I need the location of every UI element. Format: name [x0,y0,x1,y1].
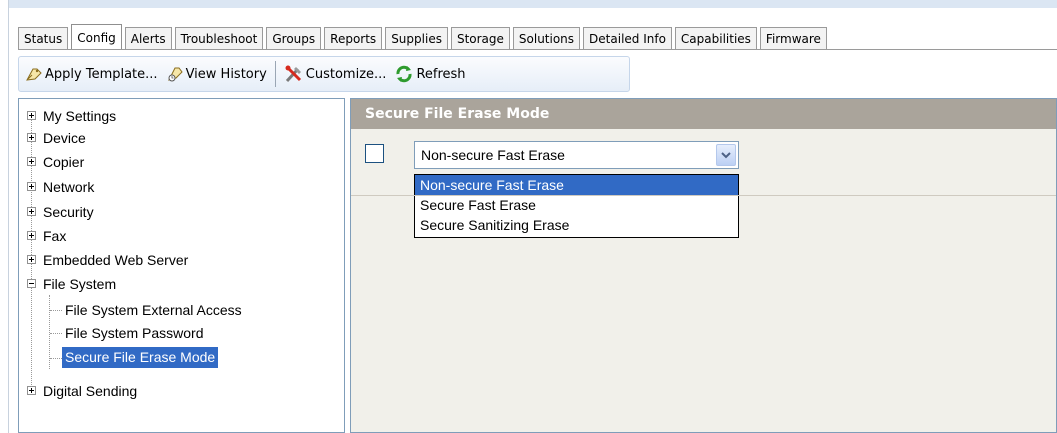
expand-icon[interactable] [27,182,36,191]
toolbar-separator [274,61,276,87]
tree-item-label: Network [43,178,95,195]
tab-detailed-info[interactable]: Detailed Info [583,27,672,49]
tab-solutions[interactable]: Solutions [512,27,581,49]
tab-troubleshoot[interactable]: Troubleshoot [174,27,264,49]
expand-icon[interactable] [27,386,36,395]
option-secure-fast-erase[interactable]: Secure Fast Erase [415,195,738,215]
tab-groups[interactable]: Groups [266,27,322,49]
toolbar: Apply Template... View History Customize… [18,56,630,92]
tree-branch-line [50,310,62,311]
apply-template-button[interactable]: Apply Template... [21,60,162,88]
tab-config[interactable]: Config [71,24,122,50]
tree-item-label-selected: Secure File Erase Mode [62,347,219,368]
tools-icon [285,65,301,83]
erase-mode-value: Non-secure Fast Erase [421,147,565,163]
tree-item-label: File System External Access [65,301,242,318]
tree-item-label: Device [43,129,86,146]
settings-tree[interactable]: My Settings Device Copier Network Securi… [18,98,345,433]
expand-icon[interactable] [27,111,36,120]
view-history-button[interactable]: View History [162,60,271,88]
refresh-icon [396,65,412,83]
window-left-border [8,0,9,433]
erase-mode-select[interactable]: Non-secure Fast Erase [414,141,739,169]
view-history-label: View History [185,66,267,82]
expand-icon[interactable] [27,157,36,166]
tab-firmware[interactable]: Firmware [759,27,827,49]
expand-icon[interactable] [27,207,36,216]
tab-storage[interactable]: Storage [450,27,510,49]
tree-item-label: Copier [43,153,85,170]
collapse-icon[interactable] [27,279,36,288]
tab-reports[interactable]: Reports [324,27,383,49]
enable-checkbox[interactable] [365,144,384,163]
tree-item-label: Fax [43,227,67,244]
expand-icon[interactable] [27,231,36,240]
expand-icon[interactable] [27,255,36,264]
refresh-button[interactable]: Refresh [390,60,469,88]
option-non-secure-fast-erase[interactable]: Non-secure Fast Erase [415,175,738,195]
tab-underline [18,49,1057,50]
tab-capabilities[interactable]: Capabilities [674,27,757,49]
erase-mode-dropdown-list: Non-secure Fast Erase Secure Fast Erase … [414,174,739,238]
view-history-icon [167,67,183,82]
window-top-strip [8,0,1057,8]
apply-template-icon [26,68,42,81]
expand-icon[interactable] [27,133,36,142]
content-pane: Secure File Erase Mode Non-secure Fast E… [350,98,1057,433]
tree-item-label: Embedded Web Server [43,251,189,268]
content-title: Secure File Erase Mode [351,99,1056,129]
tree-item-label: File System [43,275,117,292]
chevron-down-icon[interactable] [716,144,736,166]
tree-item-label: Digital Sending [43,382,138,399]
tree-branch-line [50,358,62,359]
apply-template-label: Apply Template... [45,66,158,82]
tab-supplies[interactable]: Supplies [385,27,448,49]
tree-item-label: My Settings [43,107,117,124]
section-divider [351,195,1056,196]
option-secure-sanitizing-erase[interactable]: Secure Sanitizing Erase [415,215,738,235]
tree-branch-line [50,333,62,334]
tree-item-label: Security [43,203,94,220]
refresh-label: Refresh [416,66,466,82]
tree-item-label: File System Password [65,324,204,341]
customize-button[interactable]: Customize... [280,60,391,88]
tree-guide-line [31,113,32,385]
customize-label: Customize... [305,66,387,82]
tab-alerts[interactable]: Alerts [124,27,172,49]
tab-status[interactable]: Status [18,27,69,49]
tab-bar: Status Config Alerts Troubleshoot Groups… [18,24,830,50]
